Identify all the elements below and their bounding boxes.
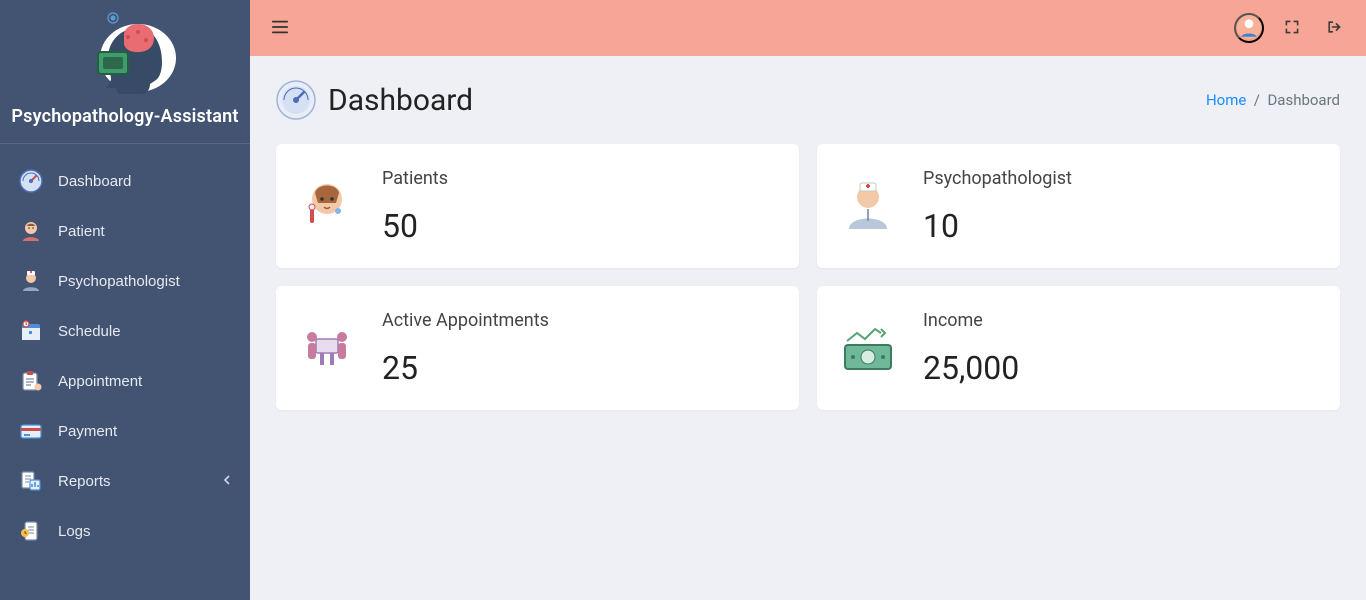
page-header: Dashboard Home / Dashboard [276,80,1340,120]
gauge-icon [276,80,316,120]
card-title: Psychopathologist [923,168,1316,189]
appointment-card-icon [300,321,354,375]
breadcrumb: Home / Dashboard [1206,91,1340,109]
fullscreen-button[interactable] [1278,14,1306,42]
menu-toggle-button[interactable] [268,16,292,40]
card-title: Patients [382,168,775,189]
credit-card-icon [18,418,44,444]
app-title: Psychopathology-Assistant [8,106,242,127]
card-title: Income [923,310,1316,331]
user-avatar-icon [1236,14,1262,43]
doctor-card-icon [841,179,895,233]
logout-button[interactable] [1320,14,1348,42]
patient-icon [18,218,44,244]
sidebar-item-appointment[interactable]: Appointment [0,356,250,406]
sidebar: Psychopathology-Assistant Dashboard [0,0,250,600]
card-value: 50 [382,207,775,245]
topbar [250,0,1366,56]
user-avatar-button[interactable] [1234,13,1264,43]
content: Dashboard Home / Dashboard [250,56,1366,434]
breadcrumb-current: Dashboard [1267,91,1340,109]
card-income: Income 25,000 [817,286,1340,410]
sidebar-item-patient[interactable]: Patient [0,206,250,256]
card-psychopathologist: Psychopathologist 10 [817,144,1340,268]
sidebar-item-label: Logs [58,523,232,540]
card-body: Psychopathologist 10 [923,168,1316,245]
chevron-left-icon [222,474,232,488]
hamburger-icon [271,18,289,39]
sidebar-item-payment[interactable]: Payment [0,406,250,456]
sidebar-item-logs[interactable]: Logs [0,506,250,556]
breadcrumb-separator: / [1250,91,1267,109]
sidebar-item-reports[interactable]: Reports [0,456,250,506]
sidebar-item-label: Schedule [58,323,232,340]
sidebar-item-label: Psychopathologist [58,273,232,290]
card-value: 25 [382,349,775,387]
income-card-icon [841,321,895,375]
doctor-icon [18,268,44,294]
calendar-icon [18,318,44,344]
sidebar-item-label: Patient [58,223,232,240]
card-value: 25,000 [923,349,1316,387]
sidebar-nav: Dashboard Patient [0,144,250,556]
card-value: 10 [923,207,1316,245]
page-title: Dashboard [328,83,473,118]
logout-icon [1326,19,1342,38]
breadcrumb-home-link[interactable]: Home [1206,91,1246,109]
sidebar-item-label: Appointment [58,373,232,390]
page-title-wrap: Dashboard [276,80,473,120]
card-body: Patients 50 [382,168,775,245]
main-area: Dashboard Home / Dashboard [250,0,1366,600]
sidebar-header: Psychopathology-Assistant [0,0,250,144]
card-body: Income 25,000 [923,310,1316,387]
logs-icon [18,518,44,544]
card-title: Active Appointments [382,310,775,331]
expand-icon [1284,19,1300,38]
sidebar-item-dashboard[interactable]: Dashboard [0,156,250,206]
sidebar-item-label: Dashboard [58,173,232,190]
card-patients: Patients 50 [276,144,799,268]
sidebar-item-psychopathologist[interactable]: Psychopathologist [0,256,250,306]
gauge-icon [18,168,44,194]
reports-icon [18,468,44,494]
stats-cards: Patients 50 Psychopathologist 10 [276,144,1340,410]
sidebar-item-schedule[interactable]: Schedule [0,306,250,356]
app-logo-icon [60,10,190,100]
clipboard-icon [18,368,44,394]
card-body: Active Appointments 25 [382,310,775,387]
sidebar-item-label: Payment [58,423,232,440]
patient-card-icon [300,179,354,233]
card-appointments: Active Appointments 25 [276,286,799,410]
sidebar-item-label: Reports [58,473,208,490]
